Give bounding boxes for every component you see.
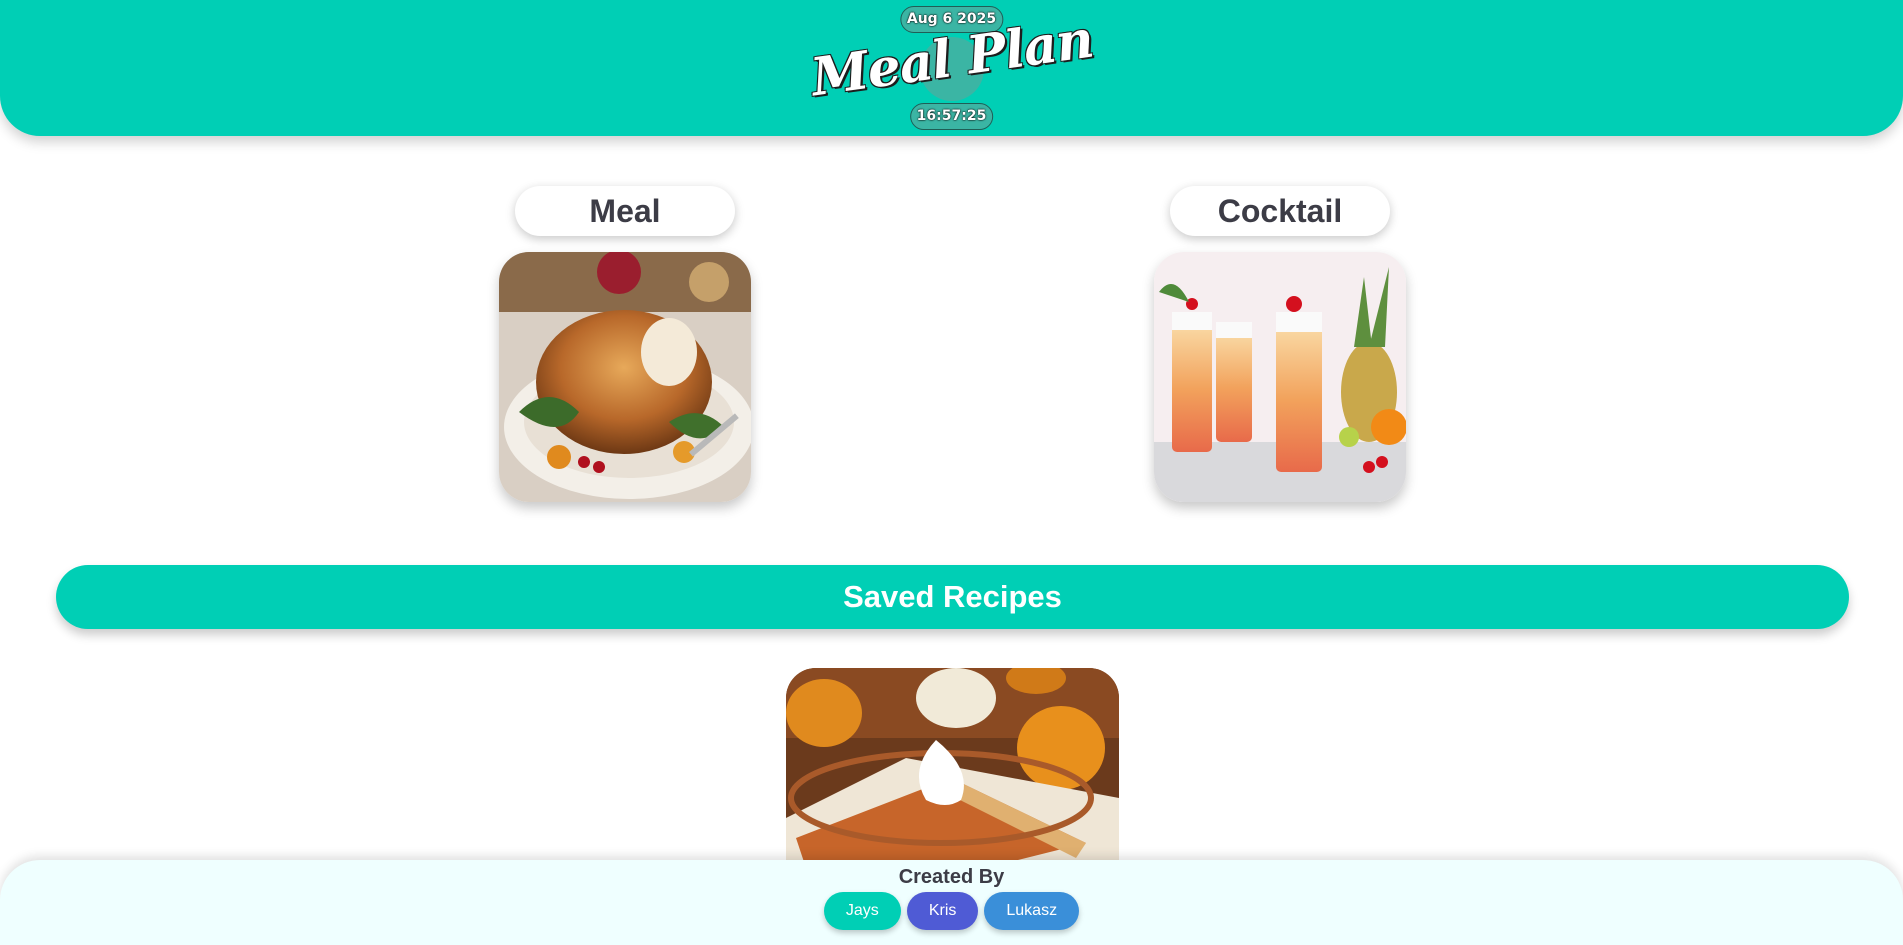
author-button-kris[interactable]: Kris [906,892,979,930]
app-footer: Created By Jays Kris Lukasz [0,860,1903,945]
cocktail-category-card[interactable]: Cocktail [1154,186,1406,502]
pumpkin-pie-image [786,668,1119,868]
cocktails-image [1154,252,1406,502]
roast-turkey-image [499,252,751,502]
meal-category-image[interactable] [499,252,751,502]
author-button-lukasz[interactable]: Lukasz [984,892,1080,930]
cocktail-category-title[interactable]: Cocktail [1170,186,1390,236]
saved-recipes-header: Saved Recipes [56,565,1849,629]
meal-category-card[interactable]: Meal [499,186,751,502]
app-header: Aug 6 2025 Meal Plan 16:57:25 [0,0,1903,136]
current-time-badge: 16:57:25 [909,103,994,130]
cocktail-category-image[interactable] [1154,252,1406,502]
author-list: Jays Kris Lukasz [0,892,1903,930]
saved-recipe-card[interactable] [786,668,1119,868]
meal-category-title[interactable]: Meal [515,186,735,236]
created-by-label: Created By [898,866,1005,888]
author-button-jays[interactable]: Jays [823,892,901,930]
